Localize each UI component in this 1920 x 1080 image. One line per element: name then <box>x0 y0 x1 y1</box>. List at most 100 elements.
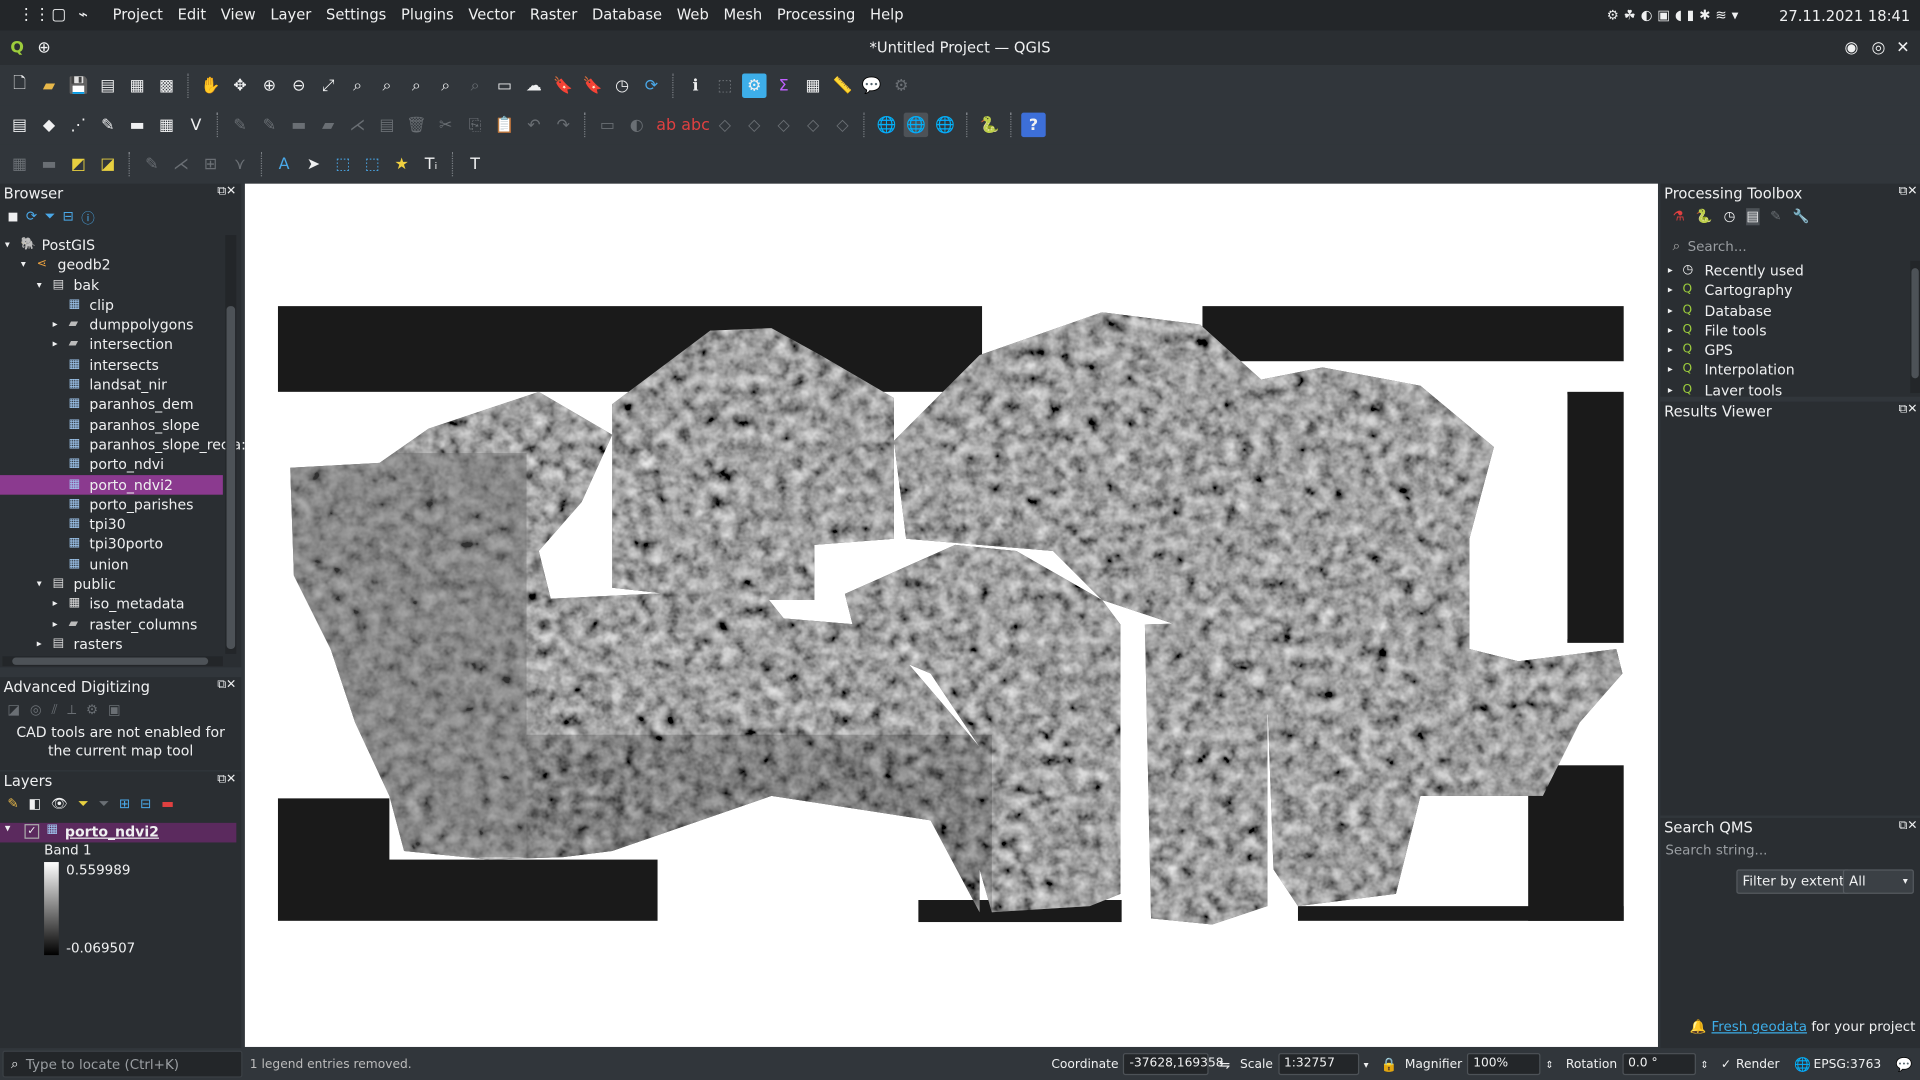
perpendicular-icon[interactable]: ⟂ <box>67 702 76 719</box>
processing-item[interactable]: ▸ Q Layer tools <box>1668 381 1903 396</box>
filter-legend-icon[interactable]: ⏷ <box>78 796 89 813</box>
collapse-all-icon[interactable]: ⊟ <box>63 208 74 225</box>
menu-settings[interactable]: Settings <box>319 0 394 31</box>
menu-vector[interactable]: Vector <box>461 0 523 31</box>
qms-search-input[interactable]: Search string... <box>1665 842 1767 858</box>
map-canvas[interactable] <box>244 183 1658 1047</box>
collapse-all-layers-icon[interactable]: ⊟ <box>140 796 151 813</box>
layer-row-porto-ndvi2[interactable]: ▾ ✓ ▦ porto_ndvi2 <box>0 822 237 843</box>
browser-item[interactable]: ▦ tpi30 <box>0 514 223 534</box>
chevron-right-icon[interactable]: ▸ <box>1668 381 1673 396</box>
new-shapefile-icon[interactable]: ⋰ <box>66 113 90 137</box>
label-highlight-icon[interactable]: ab <box>654 113 678 137</box>
label-toolbar-icon[interactable]: ▭ <box>595 113 619 137</box>
new-map-view-icon[interactable]: ▭ <box>492 73 516 97</box>
filter-icon[interactable]: ⏷ <box>45 208 56 225</box>
cursor-icon[interactable]: ➤ <box>301 152 325 176</box>
menu-plugins[interactable]: Plugins <box>394 0 461 31</box>
save-project-icon[interactable]: 💾 <box>66 73 90 97</box>
panel-float-close-icon[interactable]: ⧉✕ <box>1899 185 1918 198</box>
browser-item[interactable]: ▸ ▰ intersection <box>0 335 223 355</box>
close-icon[interactable]: ✕ <box>1891 36 1915 60</box>
edit-in-place-icon[interactable]: ✎ <box>1770 208 1781 225</box>
tray-icons[interactable]: ⚙☘◐▣◖▮✱≋▾ <box>1571 3 1779 27</box>
select-by-area-icon[interactable]: ◩ <box>66 152 90 176</box>
chevron-right-icon[interactable]: ▸ <box>53 315 58 335</box>
new-geopackage-icon[interactable]: ◆ <box>37 113 61 137</box>
zoom-in-icon[interactable]: ⊕ <box>257 73 281 97</box>
refresh-icon[interactable]: ⟳ <box>639 73 663 97</box>
label-show-hide-icon[interactable]: abc <box>681 113 710 137</box>
deselect-icon[interactable]: ◪ <box>96 152 120 176</box>
scale-field[interactable]: 1:32757 <box>1277 1053 1359 1076</box>
quickmapservices-icon[interactable]: 🌐 <box>874 113 898 137</box>
identify-icon[interactable]: ℹ <box>683 73 707 97</box>
select-features-icon[interactable]: ⬚ <box>713 73 737 97</box>
fresh-geodata-link[interactable]: Fresh geodata <box>1711 1019 1807 1035</box>
add-text-icon[interactable]: T <box>463 152 487 176</box>
app-grid-icon[interactable]: ⋮⋮ <box>18 3 50 27</box>
minimize-icon[interactable]: ◉ <box>1839 36 1863 60</box>
coordinate-field[interactable]: -37628,169358 <box>1123 1053 1224 1076</box>
history-icon[interactable]: ◷ <box>1724 208 1736 225</box>
favourite-icon[interactable]: ★ <box>389 152 413 176</box>
browser-item[interactable]: ▸ ▤ rasters <box>0 634 223 654</box>
terminal-icon[interactable]: ⌁ <box>71 3 95 27</box>
snap-segment-icon[interactable]: ⬚ <box>360 152 384 176</box>
chevron-down-icon[interactable]: ▾ <box>21 255 26 275</box>
menu-view[interactable]: View <box>213 0 263 31</box>
floater-icon[interactable]: ▣ <box>108 702 121 719</box>
label-move-icon[interactable]: ◇ <box>713 113 737 137</box>
zoom-last-icon[interactable]: ⌕ <box>433 73 457 97</box>
chevron-right-icon[interactable]: ▸ <box>1668 361 1673 381</box>
processing-icon[interactable]: ⚙ <box>742 73 767 98</box>
qms-filter-select[interactable]: All ▾ <box>1842 869 1914 894</box>
locator-field[interactable]: ⌕ Type to locate (Ctrl+K) <box>2 1050 243 1078</box>
browser-item[interactable]: ▦ porto_parishes <box>0 495 223 515</box>
browser-item[interactable]: ▦ paranhos_dem <box>0 395 223 415</box>
rotation-spin-icon[interactable]: ⇕ <box>1700 1059 1708 1070</box>
window-icon[interactable]: ▢ <box>47 3 71 27</box>
zoom-layer-icon[interactable]: ⌕ <box>375 73 399 97</box>
panel-float-close-icon[interactable]: ⧉✕ <box>1899 403 1918 416</box>
filter-expression-icon[interactable]: ⏷ <box>98 796 109 813</box>
zoom-full-icon[interactable]: ⤢ <box>316 73 340 97</box>
cad-settings-icon[interactable]: ⚙ <box>86 702 98 719</box>
browser-item[interactable]: ▸ ▰ dumppolygons <box>0 315 223 335</box>
chevron-right-icon[interactable]: ▸ <box>37 634 42 654</box>
menu-mesh[interactable]: Mesh <box>716 0 769 31</box>
browser-item[interactable]: ▾ ▤ bak <box>0 275 223 295</box>
options-icon[interactable]: 🔧 <box>1792 208 1809 225</box>
remove-layer-icon[interactable]: ▬ <box>161 796 174 813</box>
delete-selected-icon[interactable]: 🗑 <box>404 113 428 137</box>
label-pin-icon[interactable]: ◐ <box>624 113 648 137</box>
new-spatialite-icon[interactable]: ✎ <box>96 113 120 137</box>
chevron-right-icon[interactable]: ▸ <box>53 594 58 614</box>
magnifier-field[interactable]: 100% <box>1467 1053 1541 1076</box>
menu-raster[interactable]: Raster <box>523 0 585 31</box>
new-bookmark-icon[interactable]: 🔖 <box>551 73 575 97</box>
merge-icon[interactable]: ⊞ <box>198 152 222 176</box>
panel-float-close-icon[interactable]: ⧉✕ <box>1899 819 1918 832</box>
results-icon[interactable]: ▤ <box>1746 208 1760 226</box>
menu-database[interactable]: Database <box>585 0 670 31</box>
label-change-icon[interactable]: ◇ <box>771 113 795 137</box>
lock-scale-icon[interactable]: 🔒 <box>1381 1056 1398 1072</box>
toggle-editing-icon[interactable]: ✎ <box>257 113 281 137</box>
menu-layer[interactable]: Layer <box>263 0 319 31</box>
browser-item[interactable]: ▾ ⋖ geodb2 <box>0 255 223 275</box>
browser-item[interactable]: ▦ paranhos_slope <box>0 415 223 435</box>
attribute-table-icon[interactable]: ▦ <box>801 73 825 97</box>
chevron-right-icon[interactable]: ▸ <box>1668 301 1673 321</box>
coordinate-toggle-icon[interactable]: ⇋ <box>1219 1056 1230 1072</box>
chevron-down-icon[interactable]: ▾ <box>37 275 42 295</box>
chevron-right-icon[interactable]: ▸ <box>1668 341 1673 361</box>
browser-item[interactable]: ▸ ▰ raster_columns <box>0 614 223 634</box>
properties-icon[interactable]: ⓘ <box>81 208 94 227</box>
processing-item[interactable]: ▸ Q GPS <box>1668 341 1903 361</box>
browser-item[interactable]: ▦ porto_ndvi <box>0 455 223 475</box>
pan-icon[interactable]: ✋ <box>198 73 222 97</box>
zoom-next-icon[interactable]: ⌕ <box>463 73 487 97</box>
enable-cad-icon[interactable]: ◪ <box>7 702 20 719</box>
processing-item[interactable]: ▸ Q Cartography <box>1668 281 1903 301</box>
